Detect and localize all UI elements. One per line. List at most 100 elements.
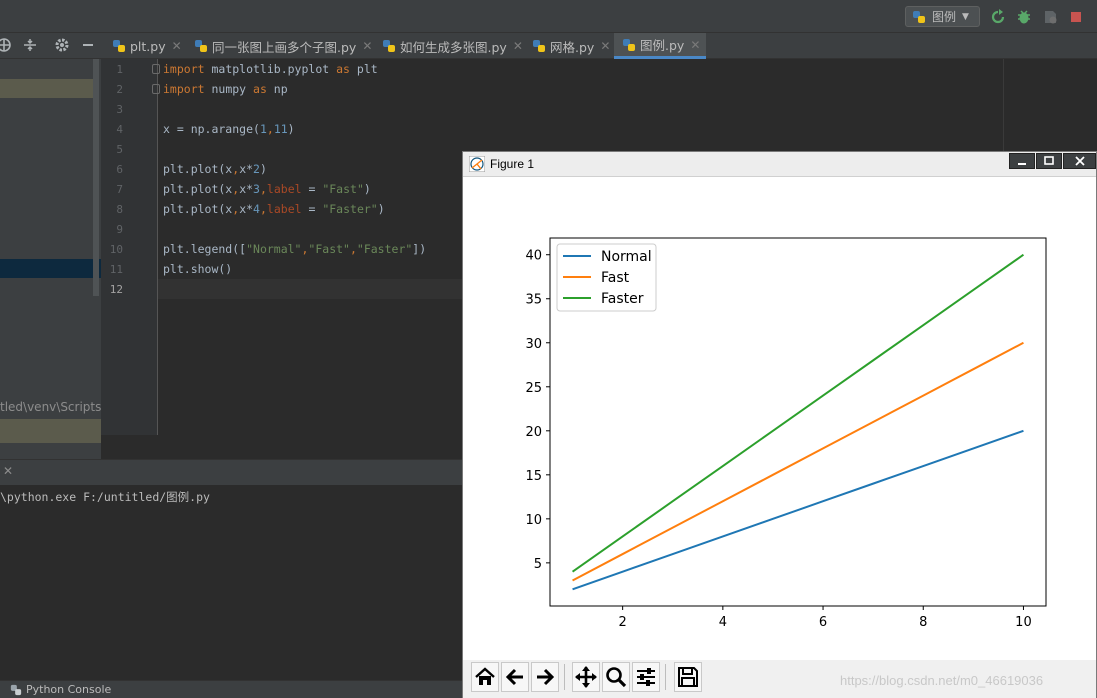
- python-console-button[interactable]: Python Console: [10, 683, 111, 696]
- project-scrollbar[interactable]: [93, 59, 99, 296]
- figure-title: Figure 1: [490, 157, 535, 171]
- tab-label: 如何生成多张图.py: [400, 39, 507, 55]
- y-tick-label: 10: [525, 513, 542, 528]
- y-tick-label: 5: [534, 557, 542, 572]
- move-icon: [575, 666, 597, 688]
- y-tick-label: 20: [525, 425, 542, 440]
- rerun-icon[interactable]: [990, 9, 1006, 25]
- run-command-text: \python.exe F:/untitled/图例.py: [0, 490, 210, 504]
- plot-canvas: 2 4 6 8 10 5 10 15 20 25 30 35 40 Normal Fast Faster: [525, 237, 1047, 630]
- code-line: plt.plot(x,x*3,label = "Fast"): [163, 182, 371, 196]
- maximize-icon: [1044, 156, 1054, 165]
- y-tick-label: 25: [525, 381, 542, 396]
- close-icon[interactable]: ✕: [690, 38, 700, 52]
- coverage-icon[interactable]: [1042, 9, 1058, 25]
- configure-subplots-button[interactable]: [632, 662, 660, 692]
- tab-label: 网格.py: [550, 39, 595, 55]
- python-file-icon: [533, 40, 545, 52]
- y-axis: 5 10 15 20 25 30 35 40: [525, 249, 550, 572]
- close-icon[interactable]: ✕: [600, 39, 610, 53]
- close-icon[interactable]: ✕: [172, 39, 182, 53]
- x-tick-label: 6: [819, 615, 827, 630]
- y-tick-label: 35: [525, 293, 542, 308]
- run-configuration-label: 图例: [932, 10, 957, 24]
- close-icon[interactable]: ✕: [513, 39, 523, 53]
- line-number: 10: [109, 243, 123, 256]
- project-tree-item[interactable]: [0, 419, 101, 443]
- python-file-icon: [383, 40, 395, 52]
- tab-grid[interactable]: 网格.py ✕: [524, 33, 616, 59]
- line-number: 4: [116, 123, 123, 136]
- project-panel: tled\venv\Scripts\: [0, 59, 105, 459]
- python-file-icon: [623, 38, 635, 51]
- x-tick-label: 8: [919, 615, 927, 630]
- tab-plt[interactable]: plt.py ✕: [104, 33, 188, 59]
- line-number: 2: [116, 83, 123, 96]
- run-configuration-select[interactable]: 图例 ▼: [905, 6, 980, 27]
- python-file-icon: [195, 40, 207, 52]
- tab-subplots[interactable]: 同一张图上画多个子图.py ✕: [186, 33, 378, 59]
- toolbar-separator: [564, 664, 565, 690]
- gear-icon[interactable]: [54, 37, 70, 53]
- close-icon: [1074, 156, 1085, 166]
- tab-legend[interactable]: 图例.py ✕: [614, 33, 707, 59]
- collapse-all-icon[interactable]: [22, 37, 38, 53]
- code-line: import matplotlib.pyplot as plt: [163, 62, 378, 76]
- tab-label: plt.py: [130, 38, 166, 54]
- watermark: https://blog.csdn.net/m0_46619036: [840, 673, 1044, 688]
- x-tick-label: 10: [1015, 615, 1032, 630]
- line-number: 8: [116, 203, 123, 216]
- minimize-button[interactable]: [1009, 153, 1035, 169]
- y-tick-label: 15: [525, 469, 542, 484]
- forward-button[interactable]: [531, 662, 559, 692]
- toolbar-separator: [665, 664, 666, 690]
- code-line: plt.show(): [163, 262, 233, 276]
- pan-button[interactable]: [572, 662, 600, 692]
- close-icon[interactable]: ✕: [362, 39, 372, 53]
- line-number: 6: [116, 163, 123, 176]
- code-line: plt.plot(x,x*2): [163, 162, 267, 176]
- x-tick-label: 4: [719, 615, 727, 630]
- fold-marker-icon[interactable]: [152, 64, 160, 74]
- y-tick-label: 40: [525, 249, 542, 264]
- line-number: 9: [116, 223, 123, 236]
- figure-window: Figure 1 2 4 6 8 10 5 10 15 20 25 30 35 40 Normal Fa…: [462, 151, 1097, 698]
- back-button[interactable]: [501, 662, 529, 692]
- python-file-icon: [913, 10, 925, 23]
- maximize-button[interactable]: [1036, 153, 1062, 169]
- home-icon: [475, 667, 495, 685]
- code-line: plt.legend(["Normal","Fast","Faster"]): [163, 242, 427, 256]
- sliders-icon: [637, 668, 655, 686]
- python-console-icon: [10, 684, 22, 695]
- zoom-button[interactable]: [602, 662, 630, 692]
- save-icon: [678, 667, 698, 687]
- target-icon[interactable]: [0, 37, 12, 53]
- fold-marker-icon[interactable]: [152, 84, 160, 94]
- tab-multiple-figures[interactable]: 如何生成多张图.py ✕: [374, 33, 529, 59]
- close-window-button[interactable]: [1063, 153, 1096, 169]
- x-axis: 2 4 6 8 10: [619, 606, 1032, 630]
- save-button[interactable]: [674, 662, 702, 692]
- run-panel-header: ✕: [0, 459, 465, 485]
- minimize-icon: [1018, 163, 1026, 165]
- stop-icon[interactable]: [1068, 9, 1084, 25]
- tab-label: 图例.py: [640, 38, 685, 53]
- project-tree-selected-item[interactable]: [0, 259, 101, 278]
- legend-label: Fast: [601, 270, 630, 286]
- figure-title-bar[interactable]: Figure 1: [463, 152, 1096, 177]
- run-output-panel[interactable]: \python.exe F:/untitled/图例.py: [0, 485, 465, 680]
- line-number-gutter: 1 2 3 4 5 6 7 8 9 10 11 12: [101, 59, 160, 435]
- line-number: 1: [116, 63, 123, 76]
- debug-icon[interactable]: [1016, 9, 1032, 25]
- close-icon[interactable]: ✕: [3, 464, 13, 478]
- legend-label: Faster: [601, 291, 644, 307]
- x-tick-label: 2: [619, 615, 627, 630]
- python-file-icon: [113, 40, 125, 52]
- line-number: 3: [116, 103, 123, 116]
- hide-panel-icon[interactable]: [80, 37, 96, 53]
- arrow-left-icon: [505, 668, 523, 686]
- home-button[interactable]: [471, 662, 499, 692]
- project-tree-item[interactable]: [0, 79, 96, 98]
- line-number: 12: [109, 283, 123, 296]
- line-number: 11: [109, 263, 123, 276]
